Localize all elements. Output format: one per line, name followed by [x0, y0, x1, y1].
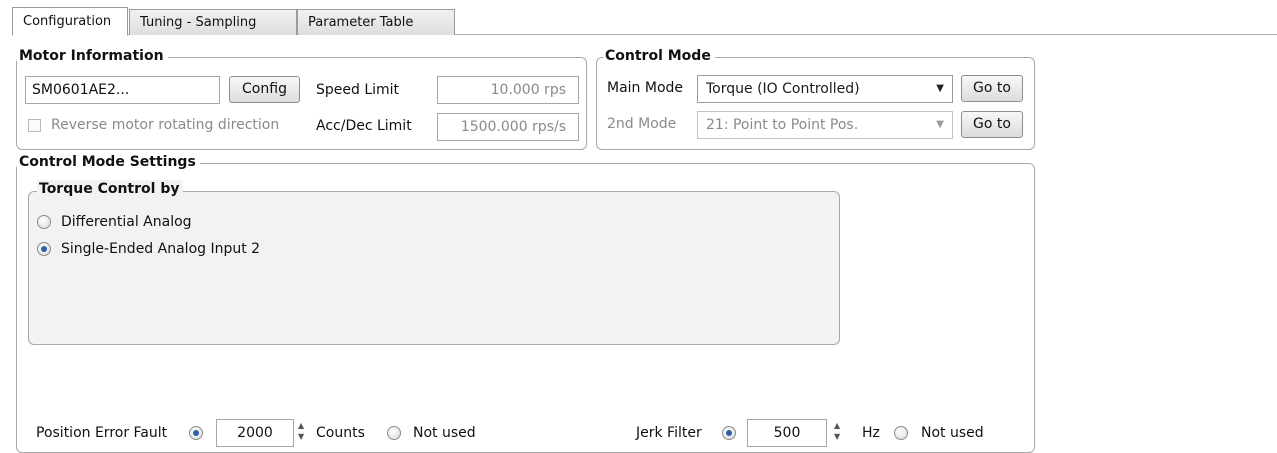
tab-configuration[interactable]: Configuration	[12, 7, 128, 36]
control-mode-settings-title: Control Mode Settings	[17, 153, 200, 171]
chevron-up-icon[interactable]: ▲	[298, 422, 304, 430]
position-error-fault-not-used-label: Not used	[413, 425, 476, 441]
position-error-fault-label: Position Error Fault	[36, 425, 168, 441]
differential-analog-label: Differential Analog	[61, 214, 192, 230]
motor-information-title: Motor Information	[17, 47, 168, 65]
single-ended-analog-label: Single-Ended Analog Input 2	[61, 241, 261, 257]
chevron-down-icon: ▼	[936, 83, 944, 94]
position-error-fault-not-used-radio[interactable]	[387, 426, 401, 440]
position-error-fault-unit: Counts	[316, 425, 365, 441]
reverse-direction-checkbox[interactable]	[28, 119, 41, 132]
position-error-fault-field[interactable]: 2000	[216, 419, 294, 447]
control-mode-title: Control Mode	[603, 47, 715, 65]
second-mode-select[interactable]: 21: Point to Point Pos. ▼	[697, 111, 953, 139]
jerk-filter-not-used-radio[interactable]	[894, 426, 908, 440]
second-mode-label: 2nd Mode	[607, 116, 677, 132]
second-mode-goto-button[interactable]: Go to	[961, 111, 1023, 138]
config-button[interactable]: Config	[229, 76, 300, 103]
chevron-down-icon: ▼	[936, 119, 944, 130]
jerk-filter-not-used-label: Not used	[921, 425, 984, 441]
reverse-direction-label: Reverse motor rotating direction	[51, 117, 280, 133]
tab-tuning-sampling[interactable]: Tuning - Sampling	[129, 9, 297, 35]
torque-control-title: Torque Control by	[37, 180, 184, 198]
accdec-limit-label: Acc/Dec Limit	[316, 118, 412, 134]
jerk-filter-stepper[interactable]: ▲ ▼	[832, 419, 848, 447]
position-error-fault-enabled-radio[interactable]	[189, 426, 203, 440]
chevron-down-icon[interactable]: ▼	[298, 433, 304, 441]
speed-limit-field[interactable]: 10.000 rps	[437, 76, 579, 104]
speed-limit-label: Speed Limit	[316, 82, 400, 98]
main-mode-label: Main Mode	[607, 80, 684, 96]
main-mode-select[interactable]: Torque (IO Controlled) ▼	[697, 75, 953, 103]
main-mode-value: Torque (IO Controlled)	[706, 81, 860, 97]
tab-parameter-table[interactable]: Parameter Table	[297, 9, 455, 35]
position-error-fault-stepper[interactable]: ▲ ▼	[296, 419, 312, 447]
jerk-filter-field[interactable]: 500	[747, 419, 827, 447]
second-mode-value: 21: Point to Point Pos.	[706, 117, 859, 133]
single-ended-analog-radio[interactable]	[37, 242, 51, 256]
chevron-up-icon[interactable]: ▲	[834, 422, 840, 430]
main-mode-goto-button[interactable]: Go to	[961, 75, 1023, 102]
chevron-down-icon[interactable]: ▼	[834, 433, 840, 441]
motor-name-field[interactable]: SM0601AE2...	[25, 76, 220, 104]
accdec-limit-field[interactable]: 1500.000 rps/s	[437, 113, 579, 141]
jerk-filter-enabled-radio[interactable]	[722, 426, 736, 440]
jerk-filter-unit: Hz	[862, 425, 880, 441]
differential-analog-radio[interactable]	[37, 215, 51, 229]
jerk-filter-label: Jerk Filter	[636, 425, 702, 441]
